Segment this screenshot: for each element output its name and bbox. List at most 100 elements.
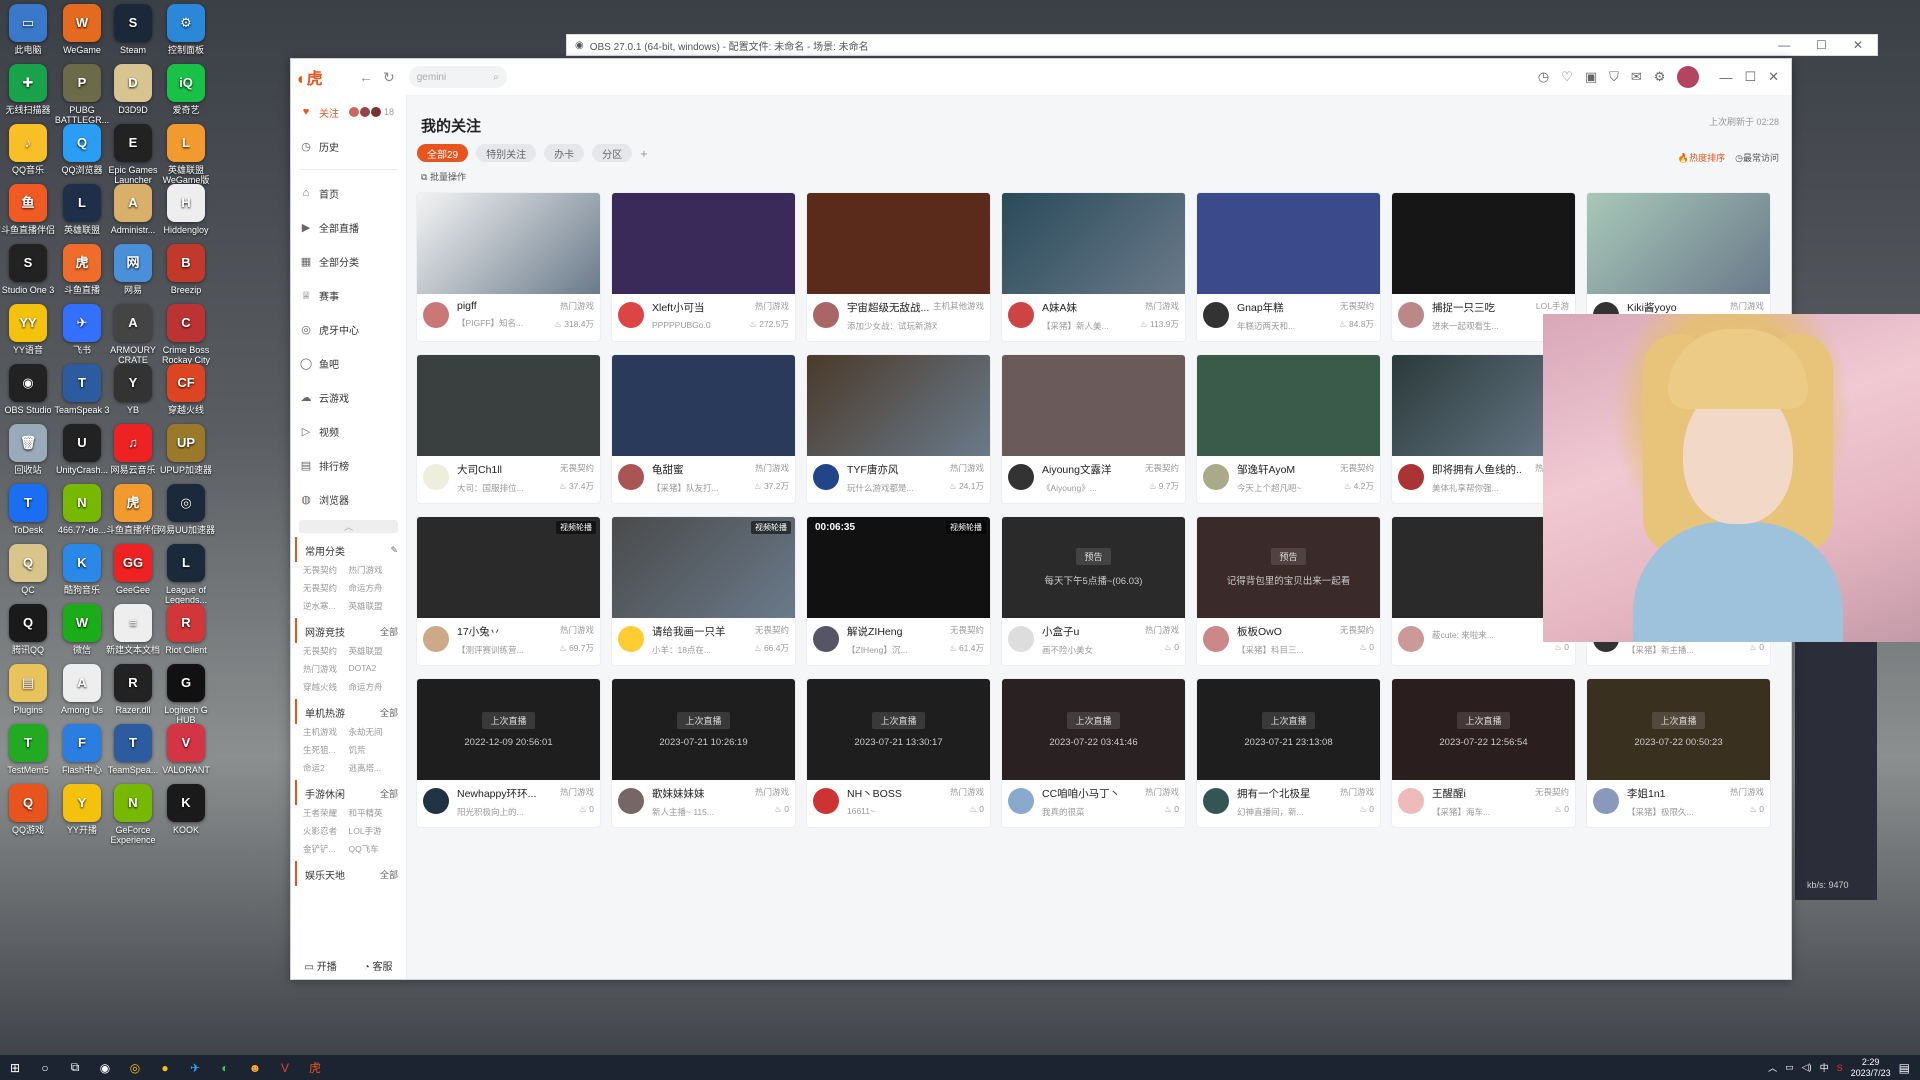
stream-category[interactable]: 无畏契约 <box>1340 300 1374 312</box>
stream-category[interactable]: 热门游戏 <box>755 462 789 474</box>
search-input[interactable]: gemini ⌕ <box>408 66 507 88</box>
streamer-avatar[interactable] <box>813 788 839 814</box>
streamer-avatar[interactable] <box>1398 464 1424 490</box>
stream-thumbnail[interactable]: 上次直播 2022-12-09 20:56:01 <box>417 679 600 780</box>
stream-category[interactable]: 无畏契约 <box>755 624 789 636</box>
streamer-name[interactable]: pigff <box>457 300 547 312</box>
refresh-icon[interactable]: ↻ <box>383 69 395 86</box>
streamer-avatar[interactable] <box>1398 788 1424 814</box>
streamer-name[interactable]: TYF唐亦风 <box>847 462 937 477</box>
maximize-icon[interactable]: ☐ <box>1816 38 1827 52</box>
streamer-name[interactable]: 大司Ch1ll <box>457 462 547 477</box>
streamer-avatar[interactable] <box>618 788 644 814</box>
stream-thumbnail[interactable]: 视频轮播 <box>612 517 795 618</box>
huya-logo-icon[interactable]: ◐虎 <box>297 65 349 89</box>
streamer-avatar[interactable] <box>423 626 449 652</box>
desktop-icon[interactable]: L League of Legends... <box>154 540 218 608</box>
sidebar-category-link[interactable]: 金铲铲... <box>303 843 349 855</box>
stream-category[interactable]: 热门游戏 <box>755 786 789 798</box>
stream-card[interactable]: 视频轮播 17小兔丷 热门游戏 【测评赛训练营... ♨ 69.7万 <box>417 517 600 665</box>
streamer-avatar[interactable] <box>1203 788 1229 814</box>
streamer-name[interactable]: 小盒子u <box>1042 624 1132 639</box>
stream-thumbnail[interactable] <box>1197 193 1380 294</box>
heart-icon[interactable]: ♡ <box>1561 69 1573 85</box>
stream-card[interactable]: A妹A妹 热门游戏 【采猪】新人美... ♨ 113.9万 <box>1002 193 1185 341</box>
streamer-name[interactable]: 宇宙超级无敌战... <box>847 300 937 315</box>
sidebar-section-more[interactable]: 全部 <box>380 787 398 800</box>
sidebar-category-link[interactable]: 英雄联盟 <box>349 645 395 657</box>
stream-card[interactable]: 上次直播 2023-07-21 10:26:19 歌妹妹妹妹 热门游戏 新人主播~ 11… <box>612 679 795 827</box>
stream-category[interactable]: 热门游戏 <box>560 624 594 636</box>
yy-taskbar-icon-2[interactable]: ☻ <box>240 1061 270 1075</box>
calendar-icon[interactable]: ▣ <box>1585 69 1597 85</box>
stream-thumbnail[interactable] <box>417 355 600 456</box>
streamer-avatar[interactable] <box>423 464 449 490</box>
sidebar-category-link[interactable]: 命运2 <box>303 762 349 774</box>
volume-icon[interactable]: ◁) <box>1802 1062 1812 1073</box>
desktop-icon[interactable]: CF 穿越火线 <box>154 360 218 428</box>
streamer-name[interactable]: 李姐1n1 <box>1627 786 1717 801</box>
stream-card[interactable]: 上次直播 2023-07-22 03:41:46 CC咱咱小马丁丶 热门游戏 我真的很菜… <box>1002 679 1185 827</box>
desktop-icon[interactable]: G Logitech G HUB <box>154 660 218 728</box>
stream-category[interactable]: 无畏契约 <box>1535 786 1569 798</box>
streamer-avatar[interactable] <box>813 464 839 490</box>
stream-card[interactable]: 视频轮播 请给我画一只羊 无畏契约 小羊：18点在... ♨ 66.4万 <box>612 517 795 665</box>
valorant-taskbar-icon[interactable]: V <box>270 1061 300 1075</box>
streamer-name[interactable]: 龟甜蜜 <box>652 462 742 477</box>
stream-card[interactable]: Gnap年糕 无畏契约 年糕迈两天和... ♨ 84.8万 <box>1197 193 1380 341</box>
stream-category[interactable]: 主机其他游戏 <box>933 300 984 312</box>
notification-icon[interactable]: ▤ <box>1899 1061 1910 1075</box>
stream-card[interactable]: Xleft小可当 热门游戏 PPPPPUBGo.0 ♨ 272.5万 <box>612 193 795 341</box>
streamer-avatar[interactable] <box>813 302 839 328</box>
streamer-name[interactable]: Kiki酱yoyo <box>1627 300 1717 315</box>
stream-category[interactable]: 无畏契约 <box>950 624 984 636</box>
streamer-name[interactable]: Gnap年糕 <box>1237 300 1327 315</box>
stream-thumbnail[interactable]: 上次直播 2023-07-21 13:30:17 <box>807 679 990 780</box>
sidebar-section-more[interactable]: 全部 <box>380 868 398 881</box>
huya-taskbar-icon[interactable]: 虎 <box>300 1059 330 1076</box>
search-icon[interactable]: ⌕ <box>493 72 499 83</box>
sidebar-item[interactable]: ◍ 浏览器 <box>291 482 406 516</box>
streamer-name[interactable]: 拥有一个北极星 <box>1237 786 1327 801</box>
sidebar-section-header[interactable]: 手游休闲 全部 <box>295 780 406 805</box>
streamer-name[interactable]: 17小兔丷 <box>457 624 547 639</box>
streamer-avatar[interactable] <box>618 626 644 652</box>
bulk-action-button[interactable]: ⧉ 批量操作 <box>421 170 1781 183</box>
stream-thumbnail[interactable]: 上次直播 2023-07-22 00:50:23 <box>1587 679 1770 780</box>
settings-icon[interactable]: ⚙ <box>1654 69 1666 85</box>
task-view-icon[interactable]: ⧉ <box>60 1060 90 1075</box>
stream-thumbnail[interactable] <box>807 355 990 456</box>
stream-category[interactable]: 热门游戏 <box>560 786 594 798</box>
streamer-name[interactable]: 解说ZIHeng <box>847 624 937 639</box>
sidebar-item-history[interactable]: ◷ 历史 <box>291 129 406 163</box>
sidebar-category-link[interactable]: 热门游戏 <box>303 663 349 675</box>
streamer-avatar[interactable] <box>1203 302 1229 328</box>
stream-card[interactable]: pigff 热门游戏 【PIGFF】知名... ♨ 318.4万 <box>417 193 600 341</box>
streamer-name[interactable]: 即将拥有人鱼线的... <box>1432 462 1522 477</box>
support-button[interactable]: ◔ 客服 <box>364 958 393 973</box>
desktop-icon[interactable]: iQ 爱奇艺 <box>154 60 218 128</box>
sort-hot-button[interactable]: 🔥热度排序 <box>1678 151 1725 164</box>
streamer-avatar[interactable] <box>618 302 644 328</box>
stream-thumbnail[interactable]: 预告 记得背包里的宝贝出来一起看 <box>1197 517 1380 618</box>
chrome-taskbar-icon[interactable]: ◐ <box>210 1061 240 1075</box>
sidebar-category-link[interactable]: 热门游戏 <box>349 564 395 576</box>
stream-thumbnail[interactable] <box>807 193 990 294</box>
stream-category[interactable]: 无畏契约 <box>1340 462 1374 474</box>
streamer-avatar[interactable] <box>1008 302 1034 328</box>
history-clock-icon[interactable]: ◷ <box>1538 69 1549 85</box>
ime-indicator[interactable]: 中 <box>1820 1061 1829 1074</box>
desktop-icon[interactable]: ⚙ 控制面板 <box>154 0 218 68</box>
sort-recent-button[interactable]: ◷最常访问 <box>1735 151 1779 164</box>
sidebar-category-link[interactable]: 无畏契约 <box>303 645 349 657</box>
streamer-name[interactable]: 捕捉一只三吃 <box>1432 300 1522 315</box>
streamer-name[interactable]: A妹A妹 <box>1042 300 1132 315</box>
sidebar-section-header[interactable]: 常用分类 ✎ <box>295 537 406 562</box>
stream-category[interactable]: 热门游戏 <box>1340 786 1374 798</box>
stream-thumbnail[interactable] <box>612 193 795 294</box>
sidebar-item[interactable]: ▦ 全部分类 <box>291 244 406 278</box>
search-icon[interactable]: ○ <box>30 1061 60 1075</box>
sidebar-category-link[interactable]: 英雄联盟 <box>349 600 395 612</box>
stream-thumbnail[interactable]: 上次直播 2023-07-22 12:56:54 <box>1392 679 1575 780</box>
add-filter-button[interactable]: + <box>640 146 648 161</box>
